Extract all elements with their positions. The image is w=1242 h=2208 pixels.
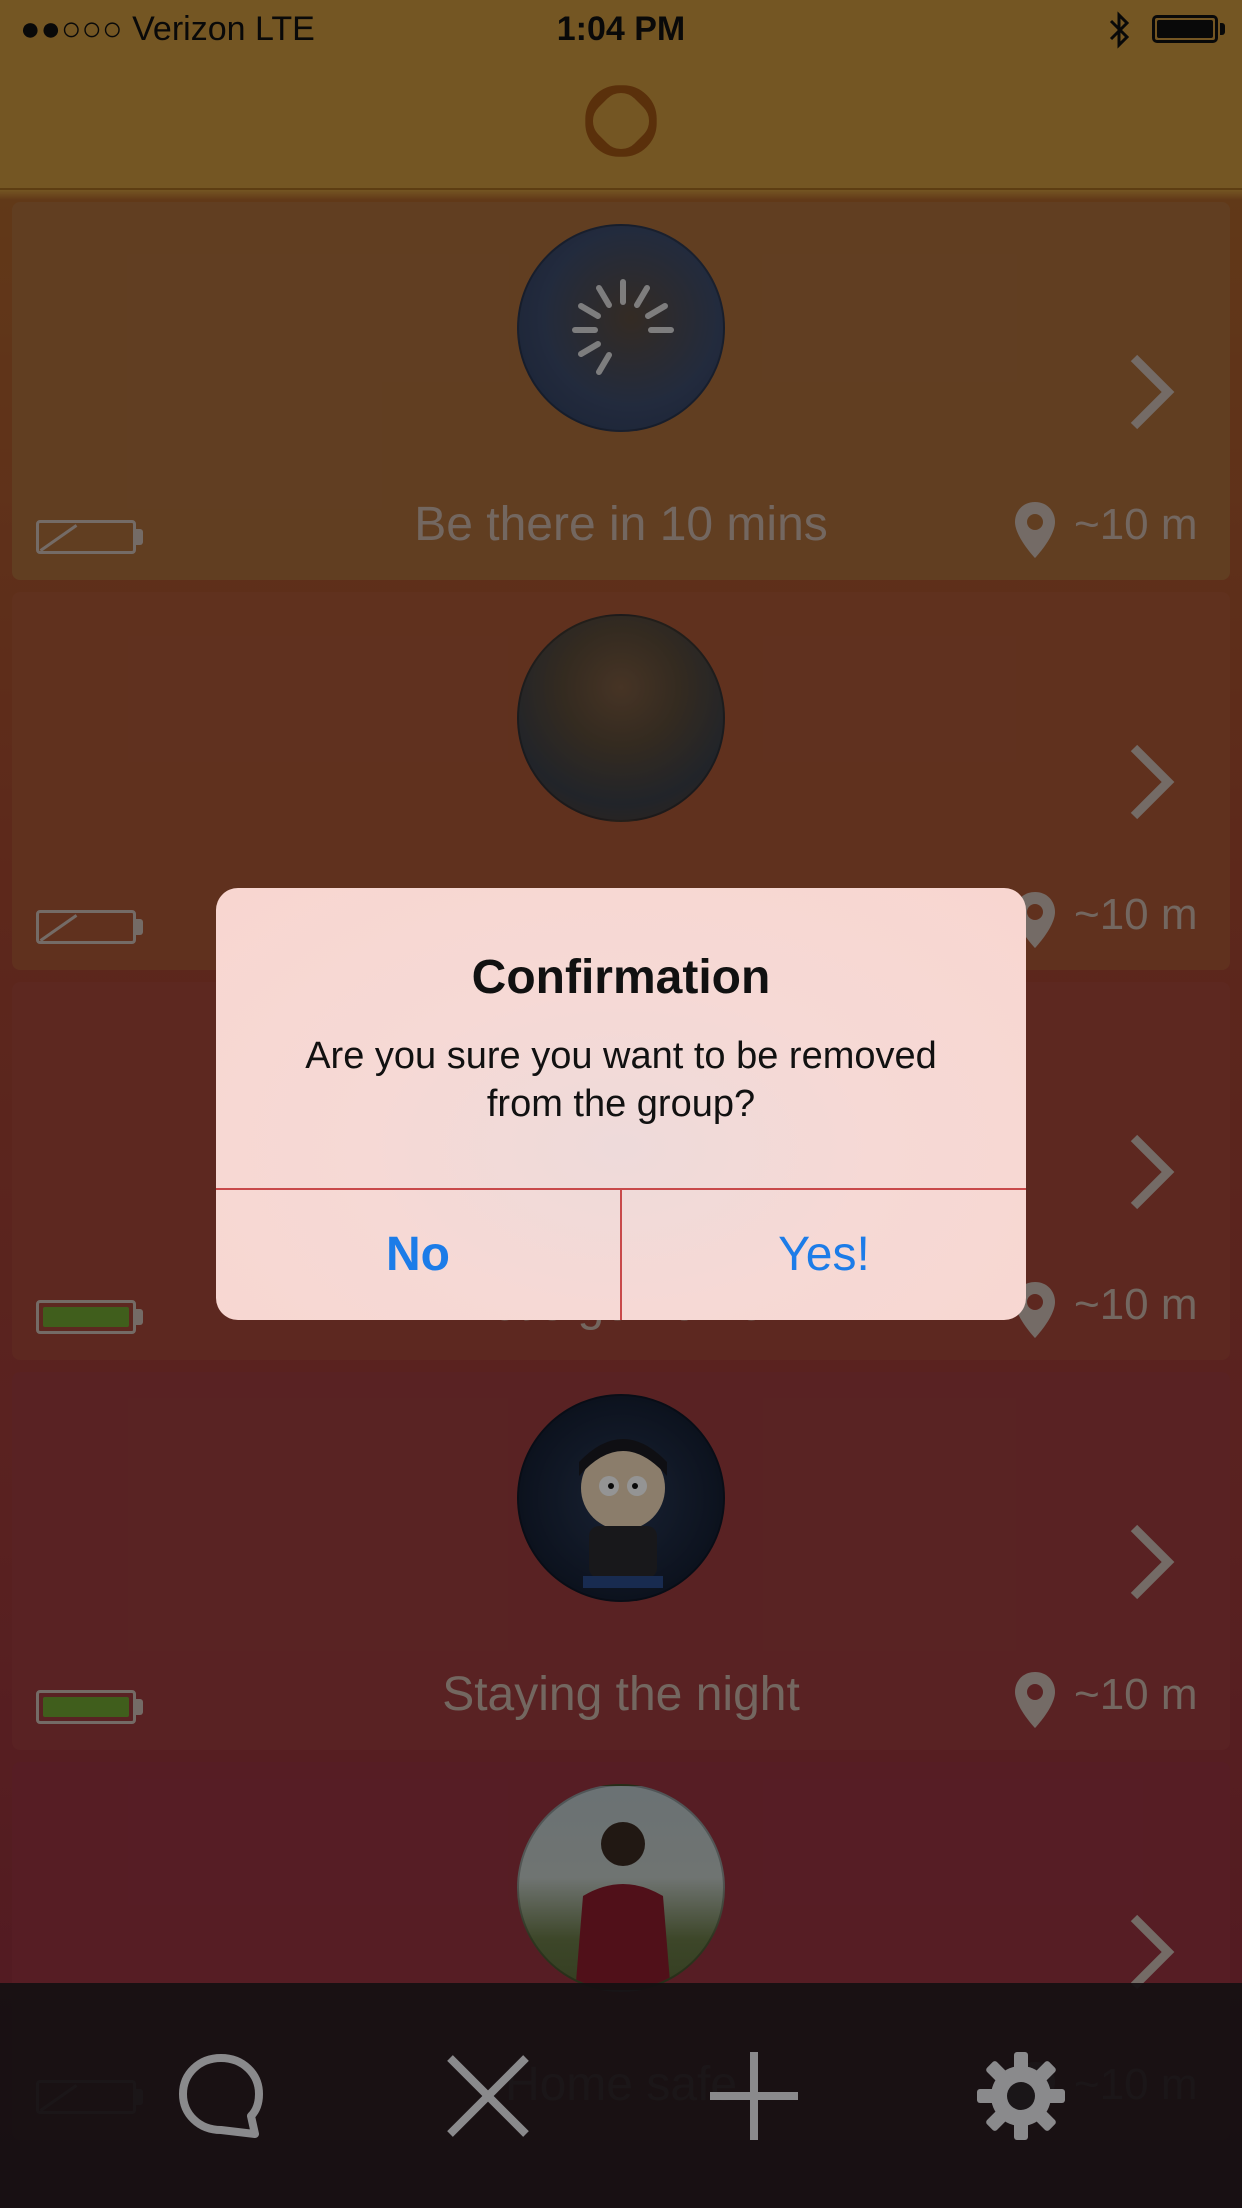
dialog-message: Are you sure you want to be removed from…	[305, 1035, 937, 1125]
settings-icon[interactable]	[975, 2050, 1067, 2142]
add-icon[interactable]	[708, 2050, 800, 2142]
confirmation-dialog: Confirmation Are you sure you want to be…	[216, 888, 1026, 1320]
no-button[interactable]: No	[216, 1190, 620, 1320]
yes-button[interactable]: Yes!	[622, 1190, 1026, 1320]
dialog-title: Confirmation	[471, 951, 771, 1004]
app-screen: ●●○○○ Verizon LTE 1:04 PM Be there in 10…	[0, 0, 1242, 2208]
chat-icon[interactable]	[175, 2050, 267, 2142]
close-icon[interactable]	[442, 2050, 534, 2142]
